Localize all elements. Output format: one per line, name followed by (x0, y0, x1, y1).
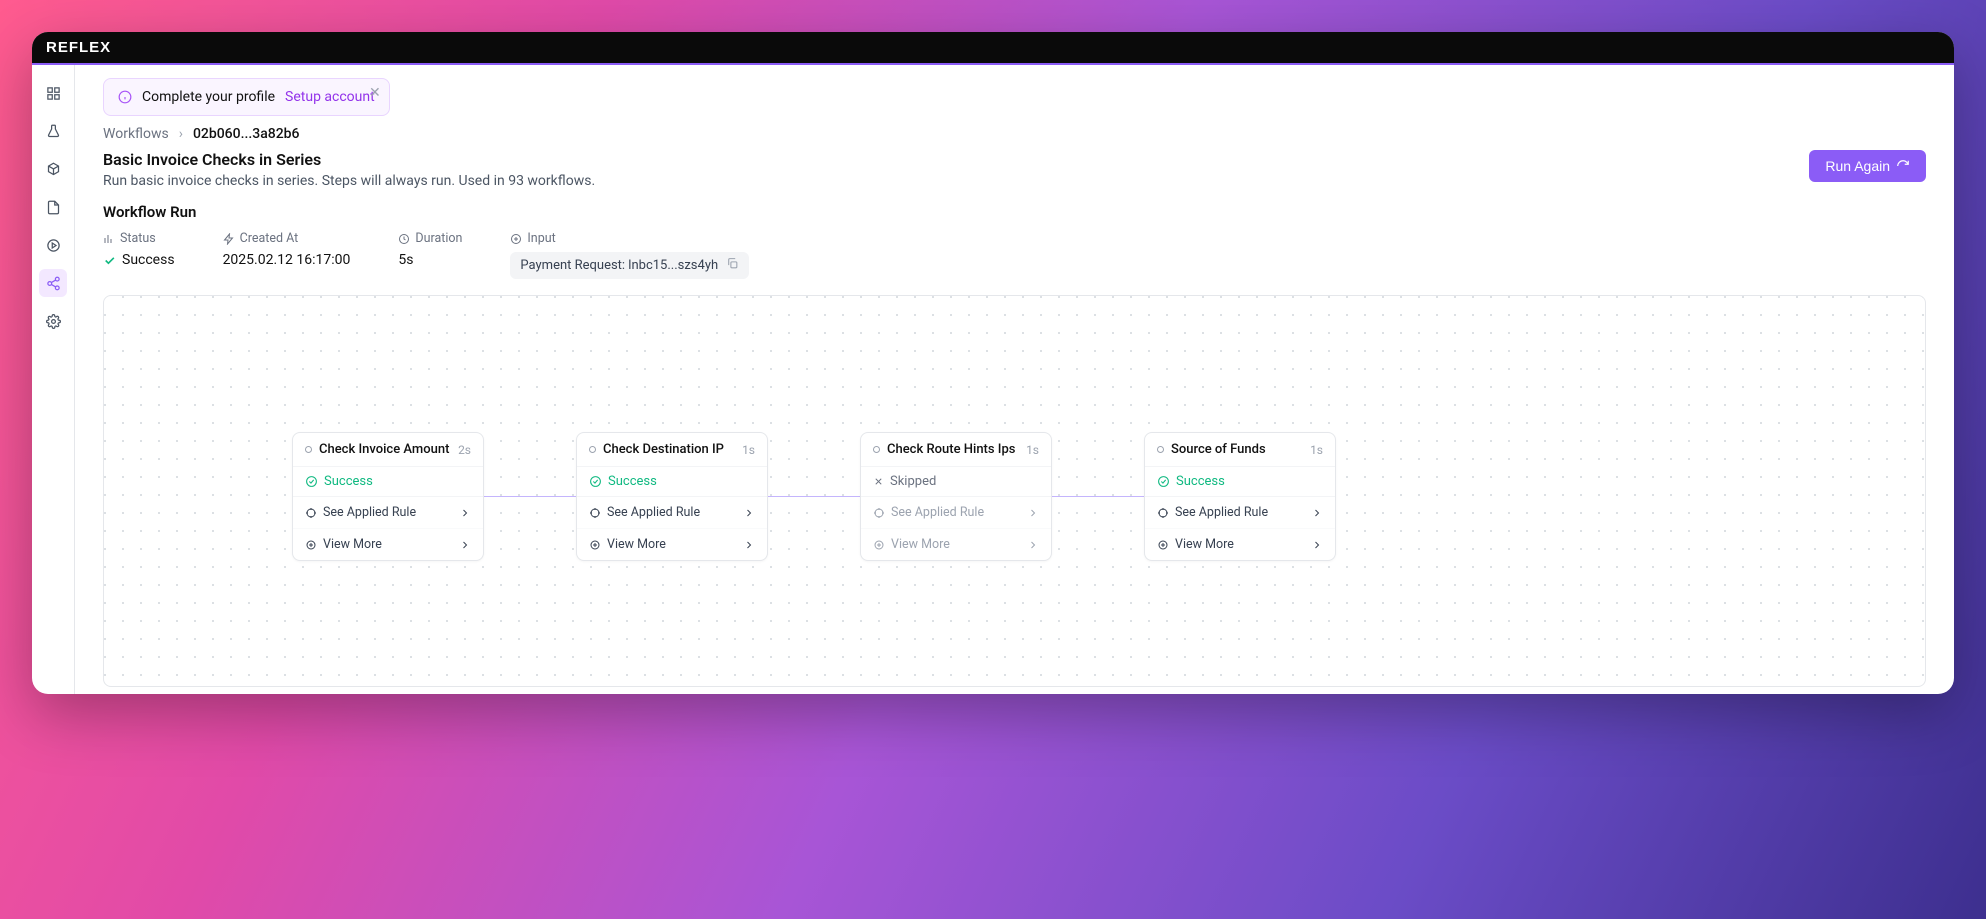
meta-input: Input Payment Request: lnbc15...szs4yh (510, 231, 749, 279)
workflow-run-heading: Workflow Run (103, 203, 1926, 221)
view-more-button: View More (861, 528, 1051, 560)
dashboard-icon[interactable] (39, 79, 67, 107)
clock-icon (398, 233, 410, 245)
main-content: Complete your profile Setup account ✕ Wo… (75, 65, 1954, 694)
chevron-right-icon: › (179, 126, 183, 142)
workflow-node[interactable]: Check Destination IP 1s SuccessSee Applied… (576, 432, 768, 561)
node-status: Skipped (861, 467, 1051, 497)
node-status: Success (293, 467, 483, 497)
see-applied-rule-button[interactable]: See Applied Rule (1145, 497, 1335, 528)
status-label: Status (120, 231, 156, 246)
app-body: Complete your profile Setup account ✕ Wo… (32, 65, 1954, 694)
input-label: Input (527, 231, 555, 246)
run-again-button[interactable]: Run Again (1809, 150, 1926, 182)
settings-icon[interactable] (39, 307, 67, 335)
view-more-button[interactable]: View More (1145, 528, 1335, 560)
document-icon[interactable] (39, 193, 67, 221)
copy-icon[interactable] (726, 257, 739, 274)
plus-circle-icon (510, 233, 522, 245)
workflow-canvas[interactable]: Check Invoice Amount2sSuccessSee Applied… (103, 295, 1926, 687)
node-dot-icon (873, 446, 880, 453)
duration-label: Duration (415, 231, 462, 246)
node-title: Check Destination IP (603, 442, 724, 457)
see-applied-rule-button: See Applied Rule (861, 497, 1051, 528)
see-applied-rule-button[interactable]: See Applied Rule (577, 497, 767, 528)
breadcrumb-root[interactable]: Workflows (103, 126, 169, 142)
nodes-row: Check Invoice Amount2sSuccessSee Applied… (292, 432, 1336, 561)
breadcrumb: Workflows › 02b060...3a82b6 (103, 126, 1926, 142)
created-label: Created At (240, 231, 299, 246)
node-status: Success (1145, 467, 1335, 497)
sidebar (32, 65, 75, 694)
workflow-node[interactable]: Check Invoice Amount 2s SuccessSee Applied… (292, 432, 484, 561)
alert-text: Complete your profile (142, 89, 275, 105)
page-header: Basic Invoice Checks in Series Run basic… (103, 150, 1926, 189)
node-connector (1052, 496, 1144, 497)
play-circle-icon[interactable] (39, 231, 67, 259)
profile-alert: Complete your profile Setup account ✕ (103, 78, 390, 116)
brand-logo: REFLEX (46, 39, 111, 56)
topbar: REFLEX (32, 32, 1954, 65)
run-again-label: Run Again (1825, 158, 1890, 174)
share-icon[interactable] (39, 269, 67, 297)
close-icon[interactable]: ✕ (369, 85, 381, 101)
workflow-node[interactable]: Check Route Hints Ips 1s SkippedSee Applie… (860, 432, 1052, 561)
node-duration: 2s (458, 443, 471, 457)
setup-account-link[interactable]: Setup account (285, 89, 375, 105)
see-applied-rule-button[interactable]: See Applied Rule (293, 497, 483, 528)
duration-value: 5s (398, 252, 462, 268)
node-title: Source of Funds (1171, 442, 1266, 457)
bars-icon (103, 233, 115, 245)
node-title: Check Invoice Amount (319, 442, 449, 457)
lightning-icon (223, 233, 235, 245)
page-title: Basic Invoice Checks in Series (103, 150, 595, 169)
node-duration: 1s (1026, 443, 1039, 457)
status-value: Success (122, 252, 175, 268)
input-value: Payment Request: lnbc15...szs4yh (520, 258, 718, 273)
meta-created: Created At 2025.02.12 16:17:00 (223, 231, 351, 268)
meta-duration: Duration 5s (398, 231, 462, 268)
refresh-icon (1896, 159, 1910, 173)
breadcrumb-current: 02b060...3a82b6 (193, 126, 300, 142)
cube-icon[interactable] (39, 155, 67, 183)
node-dot-icon (305, 446, 312, 453)
check-icon (103, 254, 116, 267)
node-connector (768, 496, 860, 497)
view-more-button[interactable]: View More (293, 528, 483, 560)
node-title: Check Route Hints Ips (887, 442, 1015, 457)
node-status: Success (577, 467, 767, 497)
page-description: Run basic invoice checks in series. Step… (103, 173, 595, 189)
meta-status: Status Success (103, 231, 175, 268)
workflow-node[interactable]: Source of Funds 1s SuccessSee Applied Rule… (1144, 432, 1336, 561)
view-more-button[interactable]: View More (577, 528, 767, 560)
node-dot-icon (1157, 446, 1164, 453)
node-connector (484, 496, 576, 497)
created-value: 2025.02.12 16:17:00 (223, 252, 351, 268)
node-header: Check Route Hints Ips 1s (861, 433, 1051, 467)
run-meta: Status Success Created At 2025.02.12 16:… (103, 231, 1926, 279)
node-dot-icon (589, 446, 596, 453)
node-header: Source of Funds 1s (1145, 433, 1335, 467)
node-header: Check Invoice Amount 2s (293, 433, 483, 467)
node-duration: 1s (742, 443, 755, 457)
node-duration: 1s (1310, 443, 1323, 457)
node-header: Check Destination IP 1s (577, 433, 767, 467)
lab-icon[interactable] (39, 117, 67, 145)
app-window: REFLEX (32, 32, 1954, 694)
info-icon (118, 90, 132, 104)
input-chip: Payment Request: lnbc15...szs4yh (510, 252, 749, 279)
